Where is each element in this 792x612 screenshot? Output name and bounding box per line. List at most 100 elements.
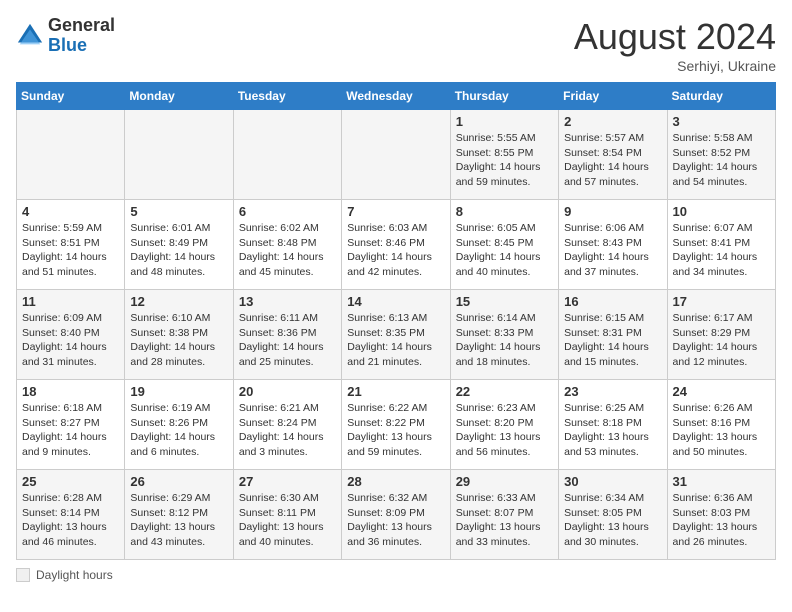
week-row-2: 4 Sunrise: 5:59 AMSunset: 8:51 PMDaylight… (17, 200, 776, 290)
logo: General Blue (16, 16, 115, 56)
day-number: 23 (564, 384, 661, 399)
day-info: Sunrise: 6:06 AMSunset: 8:43 PMDaylight:… (564, 221, 661, 280)
day-number: 4 (22, 204, 119, 219)
day-cell: 23 Sunrise: 6:25 AMSunset: 8:18 PMDayligh… (559, 380, 667, 470)
location-subtitle: Serhiyi, Ukraine (574, 58, 776, 74)
day-cell: 19 Sunrise: 6:19 AMSunset: 8:26 PMDayligh… (125, 380, 233, 470)
day-info: Sunrise: 6:07 AMSunset: 8:41 PMDaylight:… (673, 221, 770, 280)
day-info: Sunrise: 6:09 AMSunset: 8:40 PMDaylight:… (22, 311, 119, 370)
col-header-thursday: Thursday (450, 83, 558, 110)
day-info: Sunrise: 6:28 AMSunset: 8:14 PMDaylight:… (22, 491, 119, 550)
day-number: 7 (347, 204, 444, 219)
day-number: 28 (347, 474, 444, 489)
col-header-saturday: Saturday (667, 83, 775, 110)
month-year-title: August 2024 (574, 16, 776, 58)
day-number: 17 (673, 294, 770, 309)
day-cell: 31 Sunrise: 6:36 AMSunset: 8:03 PMDayligh… (667, 470, 775, 560)
day-number: 12 (130, 294, 227, 309)
day-cell: 7 Sunrise: 6:03 AMSunset: 8:46 PMDaylight… (342, 200, 450, 290)
day-info: Sunrise: 6:23 AMSunset: 8:20 PMDaylight:… (456, 401, 553, 460)
week-row-4: 18Sunrise: 6:18 AMSunset: 8:27 PMDayligh… (17, 380, 776, 470)
day-info: Sunrise: 6:15 AMSunset: 8:31 PMDaylight:… (564, 311, 661, 370)
day-cell (17, 110, 125, 200)
day-number: 22 (456, 384, 553, 399)
page-header: General Blue August 2024 Serhiyi, Ukrain… (16, 16, 776, 74)
day-info: Sunrise: 6:17 AMSunset: 8:29 PMDaylight:… (673, 311, 770, 370)
day-info: Sunrise: 5:58 AMSunset: 8:52 PMDaylight:… (673, 131, 770, 190)
week-row-5: 25 Sunrise: 6:28 AMSunset: 8:14 PMDayligh… (17, 470, 776, 560)
day-info: Sunrise: 6:05 AMSunset: 8:45 PMDaylight:… (456, 221, 553, 280)
day-number: 25 (22, 474, 119, 489)
logo-general-text: General (48, 15, 115, 35)
day-info: Sunrise: 6:25 AMSunset: 8:18 PMDaylight:… (564, 401, 661, 460)
day-number: 9 (564, 204, 661, 219)
day-cell: 22 Sunrise: 6:23 AMSunset: 8:20 PMDayligh… (450, 380, 558, 470)
day-number: 31 (673, 474, 770, 489)
day-cell: 24 Sunrise: 6:26 AMSunset: 8:16 PMDayligh… (667, 380, 775, 470)
day-cell: 2 Sunrise: 5:57 AMSunset: 8:54 PMDaylight… (559, 110, 667, 200)
day-number: 19 (130, 384, 227, 399)
day-number: 20 (239, 384, 336, 399)
day-cell: 4 Sunrise: 5:59 AMSunset: 8:51 PMDaylight… (17, 200, 125, 290)
day-cell: 25 Sunrise: 6:28 AMSunset: 8:14 PMDayligh… (17, 470, 125, 560)
day-cell: 11 Sunrise: 6:09 AMSunset: 8:40 PMDayligh… (17, 290, 125, 380)
day-cell (233, 110, 341, 200)
day-info: Sunrise: 6:32 AMSunset: 8:09 PMDaylight:… (347, 491, 444, 550)
day-info: Sunrise: 6:34 AMSunset: 8:05 PMDaylight:… (564, 491, 661, 550)
col-header-friday: Friday (559, 83, 667, 110)
day-info: Sunrise: 6:03 AMSunset: 8:46 PMDaylight:… (347, 221, 444, 280)
day-info: Sunrise: 5:57 AMSunset: 8:54 PMDaylight:… (564, 131, 661, 190)
day-cell: 17 Sunrise: 6:17 AMSunset: 8:29 PMDayligh… (667, 290, 775, 380)
day-number: 16 (564, 294, 661, 309)
day-info: Sunrise: 6:02 AMSunset: 8:48 PMDaylight:… (239, 221, 336, 280)
days-of-week-row: SundayMondayTuesdayWednesdayThursdayFrid… (17, 83, 776, 110)
day-cell: 16 Sunrise: 6:15 AMSunset: 8:31 PMDayligh… (559, 290, 667, 380)
day-cell (342, 110, 450, 200)
day-number: 8 (456, 204, 553, 219)
day-number: 26 (130, 474, 227, 489)
week-row-3: 11 Sunrise: 6:09 AMSunset: 8:40 PMDayligh… (17, 290, 776, 380)
day-cell: 30Sunrise: 6:34 AMSunset: 8:05 PMDayligh… (559, 470, 667, 560)
day-info: Sunrise: 6:21 AMSunset: 8:24 PMDaylight:… (239, 401, 336, 460)
legend: Daylight hours (16, 568, 776, 582)
week-row-1: 1Sunrise: 5:55 AMSunset: 8:55 PMDaylight… (17, 110, 776, 200)
day-info: Sunrise: 6:22 AMSunset: 8:22 PMDaylight:… (347, 401, 444, 460)
col-header-wednesday: Wednesday (342, 83, 450, 110)
day-cell: 5Sunrise: 6:01 AMSunset: 8:49 PMDaylight… (125, 200, 233, 290)
day-number: 14 (347, 294, 444, 309)
title-block: August 2024 Serhiyi, Ukraine (574, 16, 776, 74)
day-info: Sunrise: 6:11 AMSunset: 8:36 PMDaylight:… (239, 311, 336, 370)
day-info: Sunrise: 6:29 AMSunset: 8:12 PMDaylight:… (130, 491, 227, 550)
day-info: Sunrise: 6:01 AMSunset: 8:49 PMDaylight:… (130, 221, 227, 280)
day-info: Sunrise: 6:13 AMSunset: 8:35 PMDaylight:… (347, 311, 444, 370)
calendar-header: SundayMondayTuesdayWednesdayThursdayFrid… (17, 83, 776, 110)
day-number: 2 (564, 114, 661, 129)
day-info: Sunrise: 6:33 AMSunset: 8:07 PMDaylight:… (456, 491, 553, 550)
day-number: 10 (673, 204, 770, 219)
day-info: Sunrise: 6:19 AMSunset: 8:26 PMDaylight:… (130, 401, 227, 460)
day-cell: 8 Sunrise: 6:05 AMSunset: 8:45 PMDaylight… (450, 200, 558, 290)
day-number: 6 (239, 204, 336, 219)
col-header-tuesday: Tuesday (233, 83, 341, 110)
day-cell: 3 Sunrise: 5:58 AMSunset: 8:52 PMDaylight… (667, 110, 775, 200)
day-info: Sunrise: 6:10 AMSunset: 8:38 PMDaylight:… (130, 311, 227, 370)
day-info: Sunrise: 6:18 AMSunset: 8:27 PMDaylight:… (22, 401, 119, 460)
col-header-monday: Monday (125, 83, 233, 110)
day-info: Sunrise: 6:26 AMSunset: 8:16 PMDaylight:… (673, 401, 770, 460)
day-number: 1 (456, 114, 553, 129)
day-number: 27 (239, 474, 336, 489)
day-info: Sunrise: 5:59 AMSunset: 8:51 PMDaylight:… (22, 221, 119, 280)
day-info: Sunrise: 6:36 AMSunset: 8:03 PMDaylight:… (673, 491, 770, 550)
day-number: 11 (22, 294, 119, 309)
day-cell: 15Sunrise: 6:14 AMSunset: 8:33 PMDayligh… (450, 290, 558, 380)
day-number: 13 (239, 294, 336, 309)
day-cell: 13 Sunrise: 6:11 AMSunset: 8:36 PMDayligh… (233, 290, 341, 380)
day-info: Sunrise: 6:30 AMSunset: 8:11 PMDaylight:… (239, 491, 336, 550)
day-cell: 6 Sunrise: 6:02 AMSunset: 8:48 PMDaylight… (233, 200, 341, 290)
day-cell: 18Sunrise: 6:18 AMSunset: 8:27 PMDayligh… (17, 380, 125, 470)
day-number: 24 (673, 384, 770, 399)
calendar-table: SundayMondayTuesdayWednesdayThursdayFrid… (16, 82, 776, 560)
day-number: 3 (673, 114, 770, 129)
day-cell: 29Sunrise: 6:33 AMSunset: 8:07 PMDayligh… (450, 470, 558, 560)
day-cell: 10 Sunrise: 6:07 AMSunset: 8:41 PMDayligh… (667, 200, 775, 290)
